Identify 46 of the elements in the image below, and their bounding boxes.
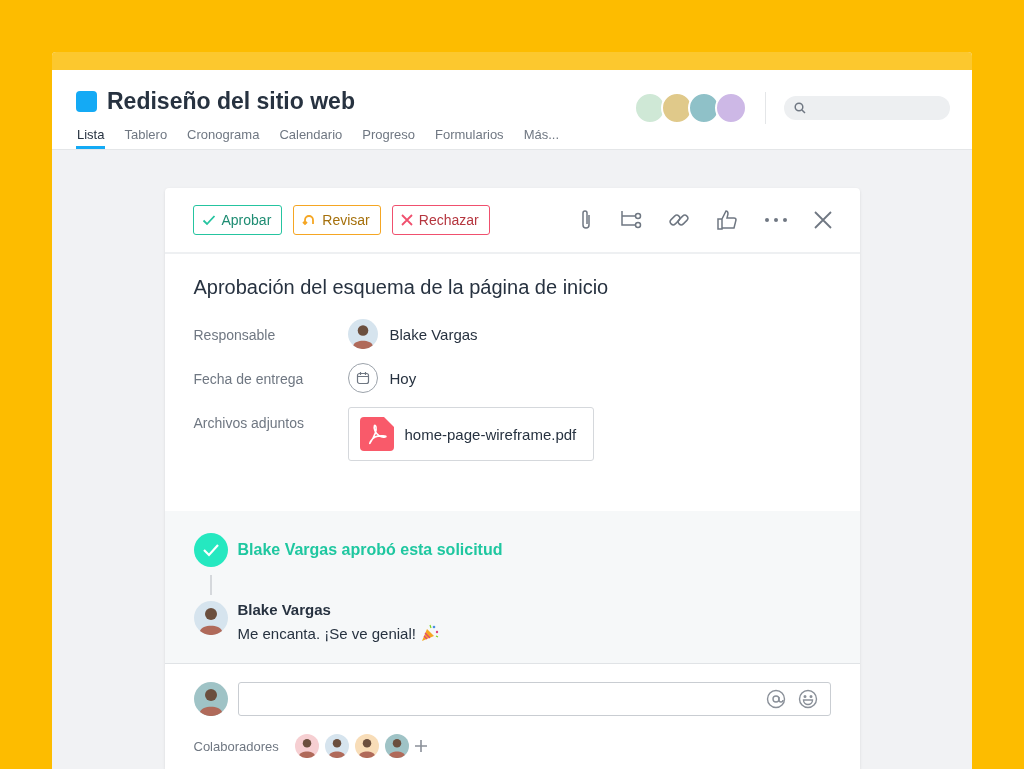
field-label: Archivos adjuntos <box>193 414 305 431</box>
view-tab[interactable]: Lista <box>76 127 106 149</box>
comment-author: Blake Vargas <box>237 601 332 618</box>
view-tab[interactable]: Calendario <box>278 127 344 149</box>
view-tab[interactable]: Formularios <box>434 127 505 149</box>
more-icon[interactable] <box>763 217 788 223</box>
search-icon <box>794 102 806 114</box>
approval-button[interactable]: Revisar <box>293 205 381 235</box>
search-field[interactable] <box>784 96 950 120</box>
field-label: Fecha de entrega <box>193 370 305 387</box>
collaborator-avatar <box>324 734 349 758</box>
avatar <box>193 601 228 635</box>
collaborator-avatar <box>294 734 319 758</box>
subtask-icon[interactable] <box>619 210 642 230</box>
project-color-square <box>76 90 97 112</box>
avatar <box>193 682 228 716</box>
view-tab[interactable]: Cronograma <box>186 127 261 149</box>
due-date[interactable]: Hoy <box>389 369 417 387</box>
approval-button[interactable]: Rechazar <box>391 205 490 235</box>
avatar <box>347 319 378 349</box>
collaborator-avatar <box>354 734 379 758</box>
refresh-icon <box>302 213 317 227</box>
comment-input[interactable] <box>237 682 831 716</box>
collaborators-label: Colaboradores <box>193 738 279 754</box>
comment-text: Me encanta. ¡Se ve genial! <box>237 624 416 642</box>
emoji-icon[interactable] <box>797 689 818 709</box>
check-icon <box>201 213 216 227</box>
mention-icon[interactable] <box>765 689 786 709</box>
view-tab[interactable]: Tablero <box>123 127 169 149</box>
collaborator-avatar <box>384 734 409 758</box>
x-icon <box>400 214 413 226</box>
approval-status: Blake Vargas aprobó esta solicitud <box>237 541 503 559</box>
view-tab[interactable]: Progreso <box>361 127 416 149</box>
check-circle-icon <box>193 533 228 567</box>
attachment-card[interactable]: home-page-wireframe.pdf <box>347 407 595 461</box>
project-title: Rediseño del sitio web <box>107 87 355 115</box>
party-popper-icon <box>419 623 440 643</box>
thumbs-up-icon[interactable] <box>715 209 738 231</box>
field-label: Responsable <box>193 326 277 343</box>
add-icon[interactable] <box>414 740 427 752</box>
task-title: Aprobación del esquema de la página de inicio <box>193 276 610 299</box>
view-tab[interactable]: Más... <box>522 127 561 149</box>
pdf-icon <box>359 417 394 451</box>
close-icon[interactable] <box>813 211 832 229</box>
approval-button[interactable]: Aprobar <box>192 205 283 235</box>
assignee-name[interactable]: Blake Vargas <box>389 325 478 343</box>
